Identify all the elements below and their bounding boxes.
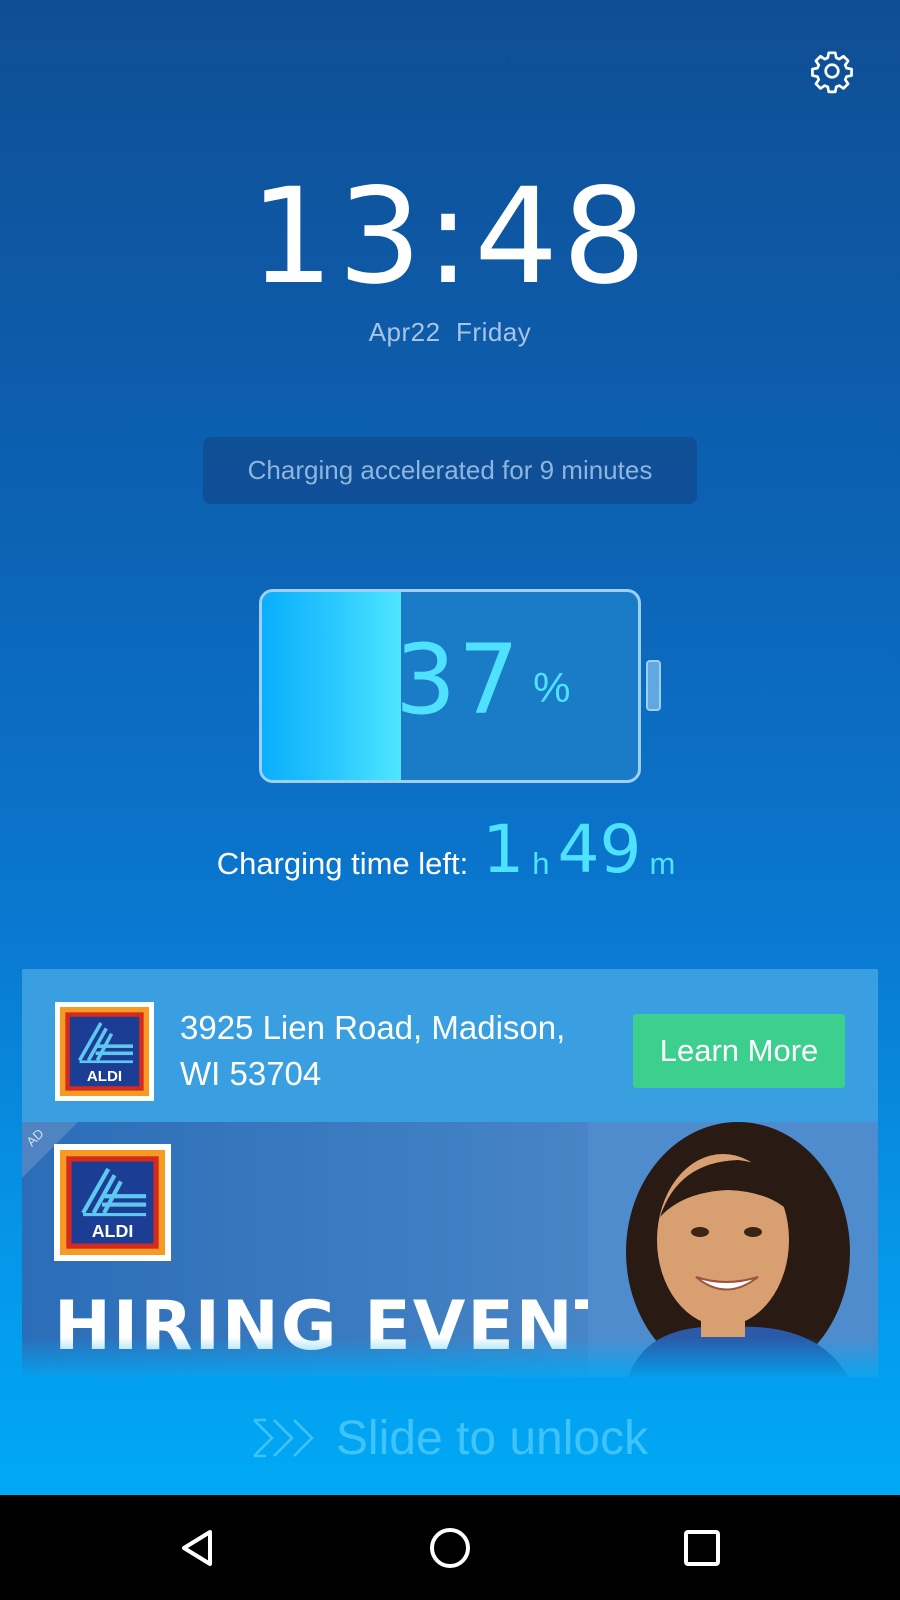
aldi-logo-icon: ALDI: [60, 1007, 149, 1096]
advertisement[interactable]: ALDI 3925 Lien Road, Madison, WI 53704 L…: [22, 969, 878, 1377]
back-triangle-icon: [182, 1530, 212, 1566]
aldi-logo-icon: ALDI: [60, 1150, 165, 1255]
slide-to-unlock-label: Slide to unlock: [335, 1411, 649, 1465]
charging-time-left: Charging time left: 1 h 49 m: [0, 812, 900, 888]
svg-text:ALDI: ALDI: [87, 1068, 122, 1085]
battery-tip: [646, 660, 661, 711]
lock-screen: 13:48 Apr22 Friday Charging accelerated …: [0, 0, 900, 1495]
recents-square-icon: [684, 1530, 720, 1566]
banner-fade: [22, 1337, 878, 1377]
clock-time: 13:48: [249, 160, 651, 314]
navigation-bar: [0, 1495, 900, 1600]
ad-banner-image[interactable]: AD ALDI HIRING EVENT: [22, 1122, 878, 1377]
ad-header: ALDI 3925 Lien Road, Madison, WI 53704 L…: [22, 969, 878, 1122]
nav-recents-button[interactable]: [671, 1517, 733, 1579]
clock-date: Apr22 Friday: [368, 317, 532, 347]
learn-more-button[interactable]: Learn More: [633, 1014, 845, 1088]
gear-icon: [811, 51, 853, 94]
svg-text:ALDI: ALDI: [92, 1221, 134, 1241]
battery-percent: 37 %: [395, 630, 571, 730]
battery-fill-level: [262, 592, 402, 780]
aldi-banner-logo: ALDI: [54, 1144, 171, 1261]
charging-hours: 1: [482, 811, 525, 888]
settings-button[interactable]: [806, 45, 858, 97]
home-circle-icon: [430, 1528, 470, 1568]
battery-percent-sign: %: [533, 664, 571, 711]
charging-accelerated-banner: Charging accelerated for 9 minutes: [203, 437, 697, 504]
charging-minutes: 49: [557, 811, 642, 888]
charging-minutes-unit: m: [649, 846, 676, 881]
aldi-logo: ALDI: [55, 1002, 154, 1101]
charging-hours-unit: h: [532, 846, 550, 881]
slide-to-unlock[interactable]: Slide to unlock: [0, 1408, 900, 1468]
ad-address: 3925 Lien Road, Madison, WI 53704: [180, 1009, 566, 1092]
battery-percent-value: 37: [395, 624, 522, 736]
nav-home-button[interactable]: [419, 1517, 481, 1579]
charging-time-label: Charging time left:: [216, 846, 469, 881]
chevrons-right-icon: [253, 1418, 314, 1458]
nav-back-button[interactable]: [167, 1517, 229, 1579]
